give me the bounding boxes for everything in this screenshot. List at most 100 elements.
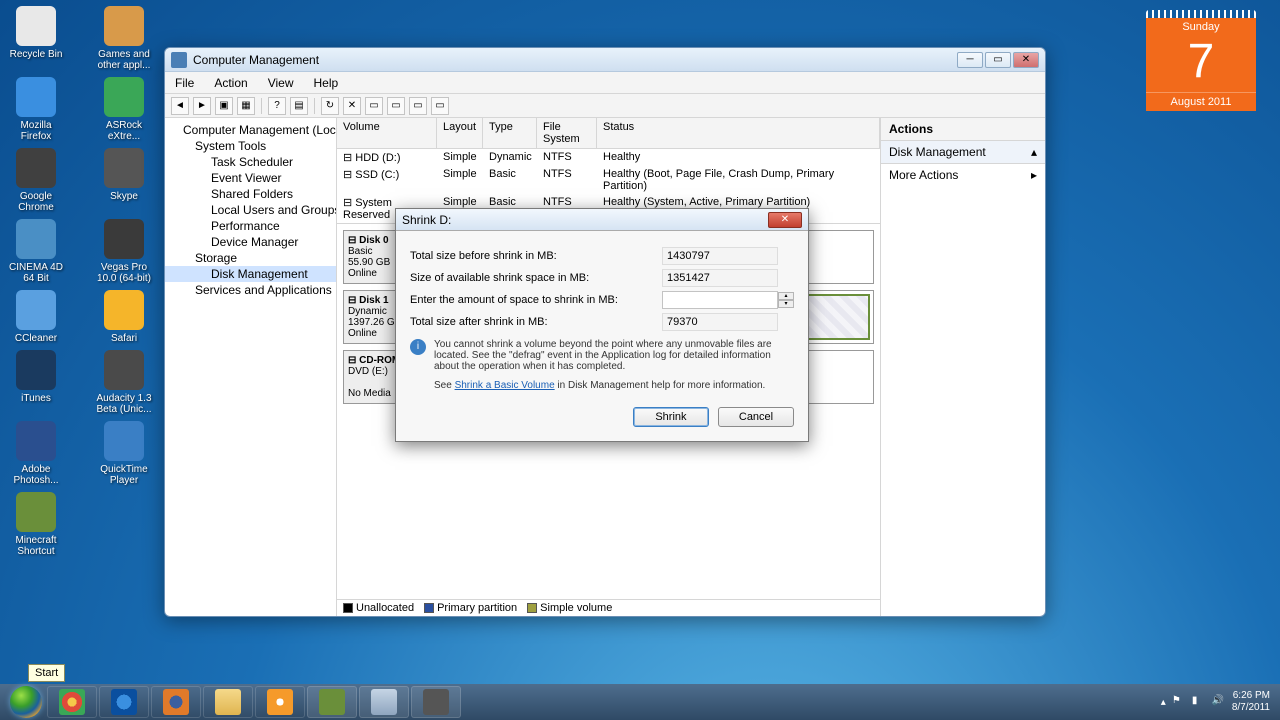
titlebar[interactable]: Computer Management ─ ▭ ✕ [165, 48, 1045, 72]
tree-item[interactable]: Event Viewer [165, 170, 336, 186]
start-tooltip: Start [28, 664, 65, 682]
dialog-close-button[interactable]: ✕ [768, 212, 802, 228]
desktop-icon[interactable]: Audacity 1.3 Beta (Unic... [94, 350, 154, 415]
desktop-icon[interactable]: QuickTime Player [94, 421, 154, 486]
app-icon [16, 6, 56, 46]
shrink-dialog: Shrink D: ✕ Total size before shrink in … [395, 208, 809, 442]
dialog-titlebar[interactable]: Shrink D: ✕ [396, 209, 808, 231]
actions-pane: Actions Disk Management▴ More Actions▸ [881, 118, 1045, 616]
taskbar-ie[interactable] [99, 686, 149, 718]
tree-item[interactable]: Local Users and Groups [165, 202, 336, 218]
tb-icon[interactable]: ▭ [365, 97, 383, 115]
menu-help[interactable]: Help [304, 76, 349, 90]
desktop-icon[interactable]: Google Chrome [6, 148, 66, 213]
actions-section: Disk Management▴ [881, 141, 1045, 164]
forward-button[interactable]: ► [193, 97, 211, 115]
taskbar-minecraft[interactable] [307, 686, 357, 718]
minimize-button[interactable]: ─ [957, 52, 983, 68]
taskbar-compmgmt[interactable] [359, 686, 409, 718]
desktop-icon[interactable]: iTunes [6, 350, 66, 415]
desktop-icon[interactable]: Minecraft Shortcut [6, 492, 66, 557]
desktop-icon[interactable]: Recycle Bin [6, 6, 66, 71]
app-icon [104, 290, 144, 330]
cancel-button[interactable]: Cancel [718, 407, 794, 427]
menu-action[interactable]: Action [204, 76, 257, 90]
column-header[interactable]: Volume [337, 118, 437, 148]
column-header[interactable]: Type [483, 118, 537, 148]
shrink-button[interactable]: Shrink [633, 407, 709, 427]
field-label: Size of available shrink space in MB: [410, 272, 662, 284]
column-header[interactable]: Status [597, 118, 880, 148]
tb-icon[interactable]: ▭ [387, 97, 405, 115]
spin-up-icon[interactable]: ▴ [778, 292, 794, 300]
spinner[interactable]: ▴▾ [778, 292, 794, 308]
help-button[interactable]: ? [268, 97, 286, 115]
close-button[interactable]: ✕ [1013, 52, 1039, 68]
tree-item[interactable]: Performance [165, 218, 336, 234]
shrink-amount-input[interactable] [662, 291, 778, 309]
app-icon [16, 290, 56, 330]
taskbar-clock[interactable]: 6:26 PM 8/7/2011 [1232, 690, 1270, 714]
desktop-icon[interactable]: CCleaner [6, 290, 66, 344]
dialog-field-row: Size of available shrink space in MB:135… [410, 269, 794, 287]
maximize-button[interactable]: ▭ [985, 52, 1011, 68]
taskbar-app[interactable] [411, 686, 461, 718]
desktop-icon[interactable]: Games and other appl... [94, 6, 154, 71]
tree-item[interactable]: Disk Management [165, 266, 336, 282]
chevron-up-icon: ▴ [1031, 145, 1037, 159]
volume-row[interactable]: ⊟ HDD (D:)SimpleDynamicNTFSHealthy [337, 149, 880, 166]
icon-label: Skype [110, 191, 138, 202]
tree-item[interactable]: Device Manager [165, 234, 336, 250]
desktop-icon[interactable]: ASRock eXtre... [94, 77, 154, 142]
volume-row[interactable]: ⊟ SSD (C:)SimpleBasicNTFSHealthy (Boot, … [337, 166, 880, 194]
network-icon[interactable]: ▮ [1192, 695, 1206, 709]
menu-view[interactable]: View [258, 76, 304, 90]
tree-item[interactable]: Task Scheduler [165, 154, 336, 170]
tb-icon[interactable]: ▭ [431, 97, 449, 115]
tree-item[interactable]: System Tools [165, 138, 336, 154]
props-button[interactable]: ▤ [290, 97, 308, 115]
calendar-gadget[interactable]: Sunday 7 August 2011 [1146, 10, 1256, 111]
column-header[interactable]: Layout [437, 118, 483, 148]
desktop-icon[interactable]: Skype [94, 148, 154, 213]
icon-label: Adobe Photosh... [6, 464, 66, 486]
icon-label: ASRock eXtre... [94, 120, 154, 142]
calendar-day: 7 [1146, 36, 1256, 92]
tray-chevron-icon[interactable]: ▴ [1161, 697, 1166, 708]
tree-item[interactable]: Shared Folders [165, 186, 336, 202]
desktop-icon[interactable]: Mozilla Firefox [6, 77, 66, 142]
icon-label: Games and other appl... [94, 49, 154, 71]
shrink-help-link[interactable]: Shrink a Basic Volume [455, 380, 555, 391]
tb-icon[interactable]: ▭ [409, 97, 427, 115]
menu-file[interactable]: File [165, 76, 204, 90]
tree-item[interactable]: Storage [165, 250, 336, 266]
taskbar-firefox[interactable] [151, 686, 201, 718]
app-icon [16, 77, 56, 117]
icon-label: Recycle Bin [10, 49, 63, 60]
refresh-button[interactable]: ↻ [321, 97, 339, 115]
taskbar-wmp[interactable] [255, 686, 305, 718]
flag-icon[interactable]: ⚑ [1172, 695, 1186, 709]
delete-button[interactable]: ✕ [343, 97, 361, 115]
app-icon [104, 77, 144, 117]
system-tray[interactable]: ▴ ⚑ ▮ 🔊 6:26 PM 8/7/2011 [1161, 690, 1274, 714]
tree-item[interactable]: Services and Applications [165, 282, 336, 298]
desktop-icon[interactable]: CINEMA 4D 64 Bit [6, 219, 66, 284]
taskbar-chrome[interactable] [47, 686, 97, 718]
info-icon: i [410, 339, 426, 355]
more-actions-item[interactable]: More Actions▸ [881, 164, 1045, 186]
desktop-icon[interactable]: Vegas Pro 10.0 (64-bit) [94, 219, 154, 284]
column-header[interactable]: File System [537, 118, 597, 148]
taskbar-explorer[interactable] [203, 686, 253, 718]
up-button[interactable]: ▣ [215, 97, 233, 115]
desktop-icon[interactable]: Safari [94, 290, 154, 344]
start-button[interactable] [6, 684, 46, 720]
spin-down-icon[interactable]: ▾ [778, 300, 794, 308]
volume-icon[interactable]: 🔊 [1212, 695, 1226, 709]
tree-item[interactable]: Computer Management (Local [165, 122, 336, 138]
desktop-icon[interactable]: Adobe Photosh... [6, 421, 66, 486]
icon-label: iTunes [21, 393, 51, 404]
show-hide-tree-button[interactable]: ▦ [237, 97, 255, 115]
back-button[interactable]: ◄ [171, 97, 189, 115]
desktop-icons: Recycle Bin Games and other appl... Mozill… [6, 6, 154, 557]
